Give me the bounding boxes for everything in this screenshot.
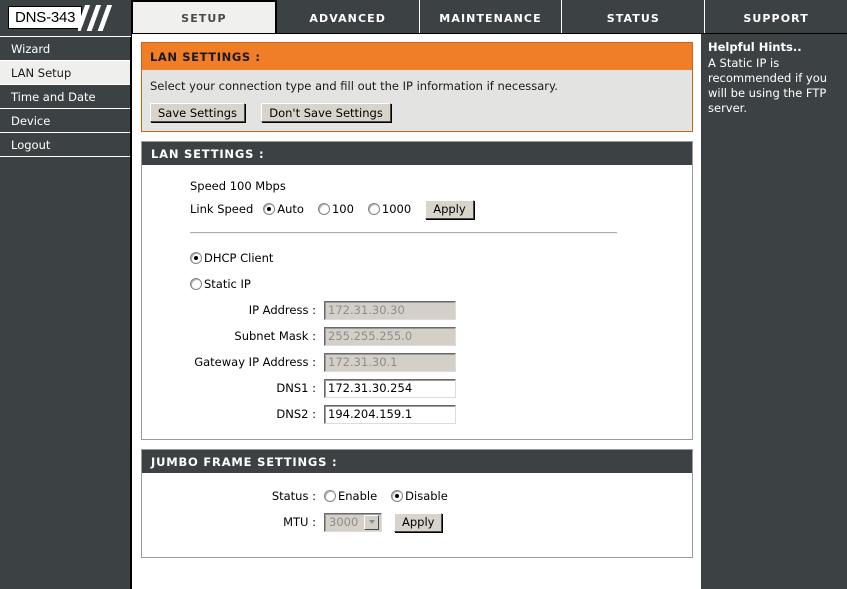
radio-link-speed-auto[interactable] [263, 203, 276, 215]
gateway-ip-label: Gateway IP Address : [194, 355, 316, 369]
main-nav: SETUP ADVANCED MAINTENANCE STATUS SUPPOR… [131, 0, 847, 37]
radio-jumbo-enable-label: Enable [338, 489, 378, 503]
dhcp-client-row: DHCP Client [142, 245, 692, 271]
lan-settings-header-panel: LAN SETTINGS : Select your connection ty… [141, 42, 693, 132]
dns2-row: DNS2 : [142, 401, 692, 427]
router-admin-page: DNS-343 SETUP ADVANCED MAINTENANCE STATU… [0, 0, 847, 589]
brand-logo-box: DNS-343 [8, 6, 83, 29]
helpful-hints-title: Helpful Hints.. [708, 40, 802, 54]
jumbo-frame-panel: JUMBO FRAME SETTINGS : Status : Enable D… [141, 449, 693, 558]
dont-save-settings-button[interactable]: Don't Save Settings [261, 103, 391, 122]
subnet-mask-input[interactable] [324, 326, 456, 346]
link-speed-apply-button[interactable]: Apply [425, 199, 474, 219]
lan-settings-header-body: Select your connection type and fill out… [142, 70, 692, 131]
sidebar-nav: Wizard LAN Setup Time and Date Device Lo… [0, 37, 131, 589]
dns1-input[interactable] [324, 378, 456, 398]
lan-settings-panel: LAN SETTINGS : Speed 100 Mbps Link Speed… [141, 141, 693, 440]
tab-setup[interactable]: SETUP [131, 0, 277, 37]
radio-link-speed-1000-label: 1000 [381, 202, 412, 216]
sidebar-item-device[interactable]: Device [0, 109, 130, 133]
mtu-label: MTU : [283, 515, 316, 529]
brand-model-label: DNS-343 [15, 9, 76, 26]
sidebar-item-time-and-date[interactable]: Time and Date [0, 85, 130, 109]
section-divider [190, 232, 617, 234]
dns1-row: DNS1 : [142, 375, 692, 401]
subnet-mask-label: Subnet Mask : [234, 329, 316, 343]
top-bar: DNS-343 SETUP ADVANCED MAINTENANCE STATU… [0, 0, 847, 37]
ip-address-label: IP Address : [248, 303, 316, 317]
dns2-input[interactable] [324, 404, 456, 424]
tab-status[interactable]: STATUS [562, 0, 706, 37]
sidebar-item-logout[interactable]: Logout [0, 133, 130, 157]
sidebar-item-wizard[interactable]: Wizard [0, 37, 130, 61]
radio-static-ip[interactable] [190, 278, 202, 290]
lan-settings-body: Speed 100 Mbps Link Speed Auto 100 1000 … [142, 165, 692, 439]
mtu-apply-button[interactable]: Apply [394, 512, 443, 532]
main-content: LAN SETTINGS : Select your connection ty… [131, 33, 701, 589]
brand-slashes-icon [78, 5, 126, 31]
tab-support[interactable]: SUPPORT [705, 0, 847, 37]
jumbo-frame-section-title: JUMBO FRAME SETTINGS : [142, 450, 692, 473]
mtu-select[interactable]: 3000 [324, 512, 382, 532]
gateway-ip-input[interactable] [324, 352, 456, 372]
radio-jumbo-disable-label: Disable [405, 489, 448, 503]
helpful-hints-panel: Helpful Hints.. A Static IP is recommend… [700, 33, 847, 589]
lan-settings-description: Select your connection type and fill out… [150, 79, 558, 93]
dns1-label: DNS1 : [276, 381, 316, 395]
sidebar-item-lan-setup[interactable]: LAN Setup [0, 61, 130, 85]
helpful-hints-text: A Static IP is recommended if you will b… [708, 56, 828, 115]
radio-link-speed-auto-label: Auto [277, 202, 304, 216]
jumbo-status-row: Status : Enable Disable [142, 483, 692, 509]
ip-address-input[interactable] [324, 300, 456, 320]
radio-link-speed-1000[interactable] [367, 203, 380, 215]
jumbo-frame-body: Status : Enable Disable MTU : 3000 Apply [142, 473, 692, 557]
link-speed-row: Link Speed Auto 100 1000 Apply [142, 197, 692, 221]
speed-status-text: Speed 100 Mbps [190, 179, 286, 193]
radio-jumbo-enable[interactable] [324, 490, 336, 502]
dns2-label: DNS2 : [276, 407, 316, 421]
mtu-row: MTU : 3000 Apply [142, 509, 692, 535]
save-settings-button[interactable]: Save Settings [150, 103, 246, 122]
mtu-select-value: 3000 [329, 515, 359, 529]
radio-dhcp-client[interactable] [190, 252, 202, 264]
radio-link-speed-100-label: 100 [331, 202, 354, 216]
gateway-ip-row: Gateway IP Address : [142, 349, 692, 375]
subnet-mask-row: Subnet Mask : [142, 323, 692, 349]
radio-static-ip-label: Static IP [204, 277, 251, 291]
radio-link-speed-100[interactable] [317, 203, 330, 215]
lan-settings-section-title: LAN SETTINGS : [142, 142, 692, 165]
radio-dhcp-client-label: DHCP Client [204, 251, 274, 265]
jumbo-status-label: Status : [271, 489, 316, 503]
chevron-down-icon [364, 514, 379, 530]
radio-jumbo-disable[interactable] [391, 490, 404, 502]
tab-maintenance[interactable]: MAINTENANCE [419, 0, 563, 37]
tab-advanced[interactable]: ADVANCED [276, 0, 420, 37]
link-speed-label: Link Speed [190, 202, 254, 216]
static-ip-row: Static IP [142, 271, 692, 297]
lan-settings-header-title: LAN SETTINGS : [142, 43, 692, 70]
ip-address-row: IP Address : [142, 297, 692, 323]
brand-logo: DNS-343 [0, 0, 131, 37]
